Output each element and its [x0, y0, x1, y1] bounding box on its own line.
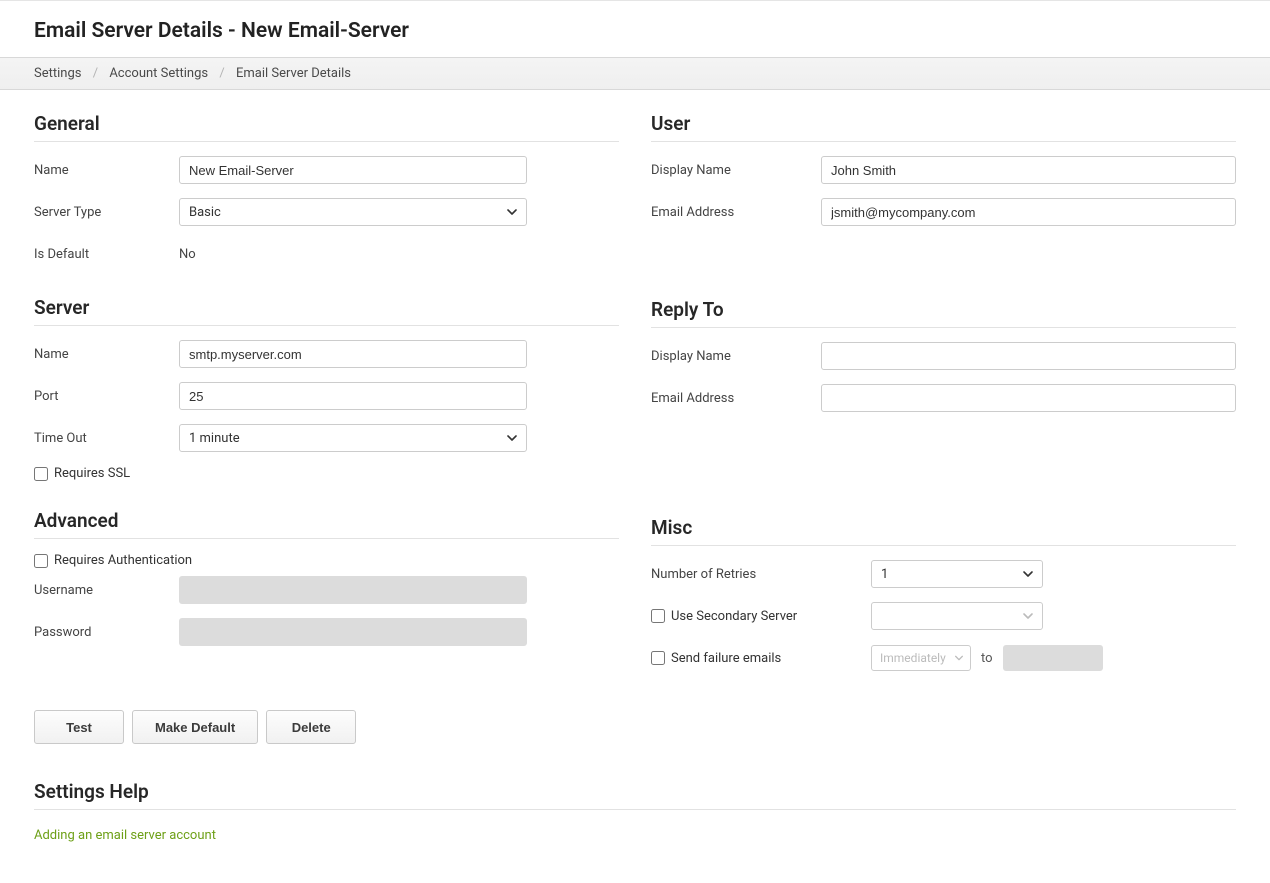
section-heading-misc: Misc: [651, 516, 1236, 546]
checkbox-requires-auth[interactable]: [34, 554, 48, 568]
chevron-down-icon: [1022, 568, 1034, 580]
breadcrumb-separator: /: [219, 66, 224, 81]
input-user-display-name[interactable]: [821, 156, 1236, 184]
breadcrumb-item-account-settings[interactable]: Account Settings: [109, 66, 208, 81]
label-to: to: [981, 651, 993, 666]
select-server-type[interactable]: Basic: [179, 198, 527, 226]
label-port: Port: [34, 389, 179, 404]
test-button[interactable]: Test: [34, 710, 124, 744]
value-is-default: No: [179, 247, 619, 262]
label-user-email: Email Address: [651, 205, 821, 220]
delete-button[interactable]: Delete: [266, 710, 356, 744]
section-heading-user: User: [651, 112, 1236, 142]
input-replyto-email[interactable]: [821, 384, 1236, 412]
input-server-name[interactable]: [179, 340, 527, 368]
breadcrumb-item-settings[interactable]: Settings: [34, 66, 81, 81]
make-default-button[interactable]: Make Default: [132, 710, 258, 744]
section-heading-general: General: [34, 112, 619, 142]
checkbox-requires-ssl[interactable]: [34, 467, 48, 481]
page-header: Email Server Details - New Email-Server: [0, 1, 1270, 57]
chevron-down-icon: [954, 653, 964, 663]
checkbox-send-failure-emails[interactable]: [651, 651, 665, 665]
input-failure-to: [1003, 645, 1103, 671]
breadcrumb-item-email-server-details[interactable]: Email Server Details: [236, 66, 351, 81]
section-server: Server Name Port Time Ou: [34, 296, 619, 481]
select-retries-value: 1: [881, 567, 888, 582]
section-help: Settings Help Adding an email server acc…: [34, 780, 1236, 843]
section-misc: Misc Number of Retries 1: [651, 516, 1236, 672]
breadcrumb: Settings / Account Settings / Email Serv…: [0, 57, 1270, 90]
input-port[interactable]: [179, 382, 527, 410]
select-secondary-server[interactable]: [871, 602, 1043, 630]
chevron-down-icon: [506, 432, 518, 444]
section-heading-advanced: Advanced: [34, 509, 619, 539]
label-general-name: Name: [34, 163, 179, 178]
input-user-email[interactable]: [821, 198, 1236, 226]
label-is-default: Is Default: [34, 247, 179, 262]
label-use-secondary: Use Secondary Server: [671, 609, 797, 624]
label-timeout: Time Out: [34, 431, 179, 446]
section-advanced: Advanced Requires Authentication Usernam…: [34, 509, 619, 646]
label-replyto-display-name: Display Name: [651, 349, 821, 364]
page-title: Email Server Details - New Email-Server: [34, 19, 1236, 43]
label-replyto-email: Email Address: [651, 391, 821, 406]
section-reply-to: Reply To Display Name Email Address: [651, 298, 1236, 412]
select-retries[interactable]: 1: [871, 560, 1043, 588]
label-retries: Number of Retries: [651, 567, 871, 582]
input-replyto-display-name[interactable]: [821, 342, 1236, 370]
select-failure-timing[interactable]: Immediately: [871, 645, 971, 671]
section-user: User Display Name Email Address: [651, 112, 1236, 226]
section-heading-server: Server: [34, 296, 619, 326]
select-server-type-value: Basic: [189, 205, 221, 220]
label-username: Username: [34, 583, 179, 598]
label-server-type: Server Type: [34, 205, 179, 220]
section-general: General Name Server Type Basic: [34, 112, 619, 268]
input-general-name[interactable]: [179, 156, 527, 184]
section-heading-help: Settings Help: [34, 780, 1236, 810]
label-server-name: Name: [34, 347, 179, 362]
label-send-failure-emails: Send failure emails: [671, 651, 781, 666]
chevron-down-icon: [506, 206, 518, 218]
select-timeout-value: 1 minute: [189, 431, 240, 446]
section-heading-reply-to: Reply To: [651, 298, 1236, 328]
select-failure-timing-value: Immediately: [880, 651, 946, 665]
label-requires-auth: Requires Authentication: [54, 553, 192, 568]
button-row: Test Make Default Delete: [34, 710, 1236, 744]
label-password: Password: [34, 625, 179, 640]
input-username: [179, 576, 527, 604]
label-requires-ssl: Requires SSL: [54, 466, 130, 481]
select-timeout[interactable]: 1 minute: [179, 424, 527, 452]
chevron-down-icon: [1022, 610, 1034, 622]
breadcrumb-separator: /: [93, 66, 98, 81]
help-link-adding-email-server[interactable]: Adding an email server account: [34, 828, 216, 843]
checkbox-use-secondary[interactable]: [651, 609, 665, 623]
input-password: [179, 618, 527, 646]
label-user-display-name: Display Name: [651, 163, 821, 178]
